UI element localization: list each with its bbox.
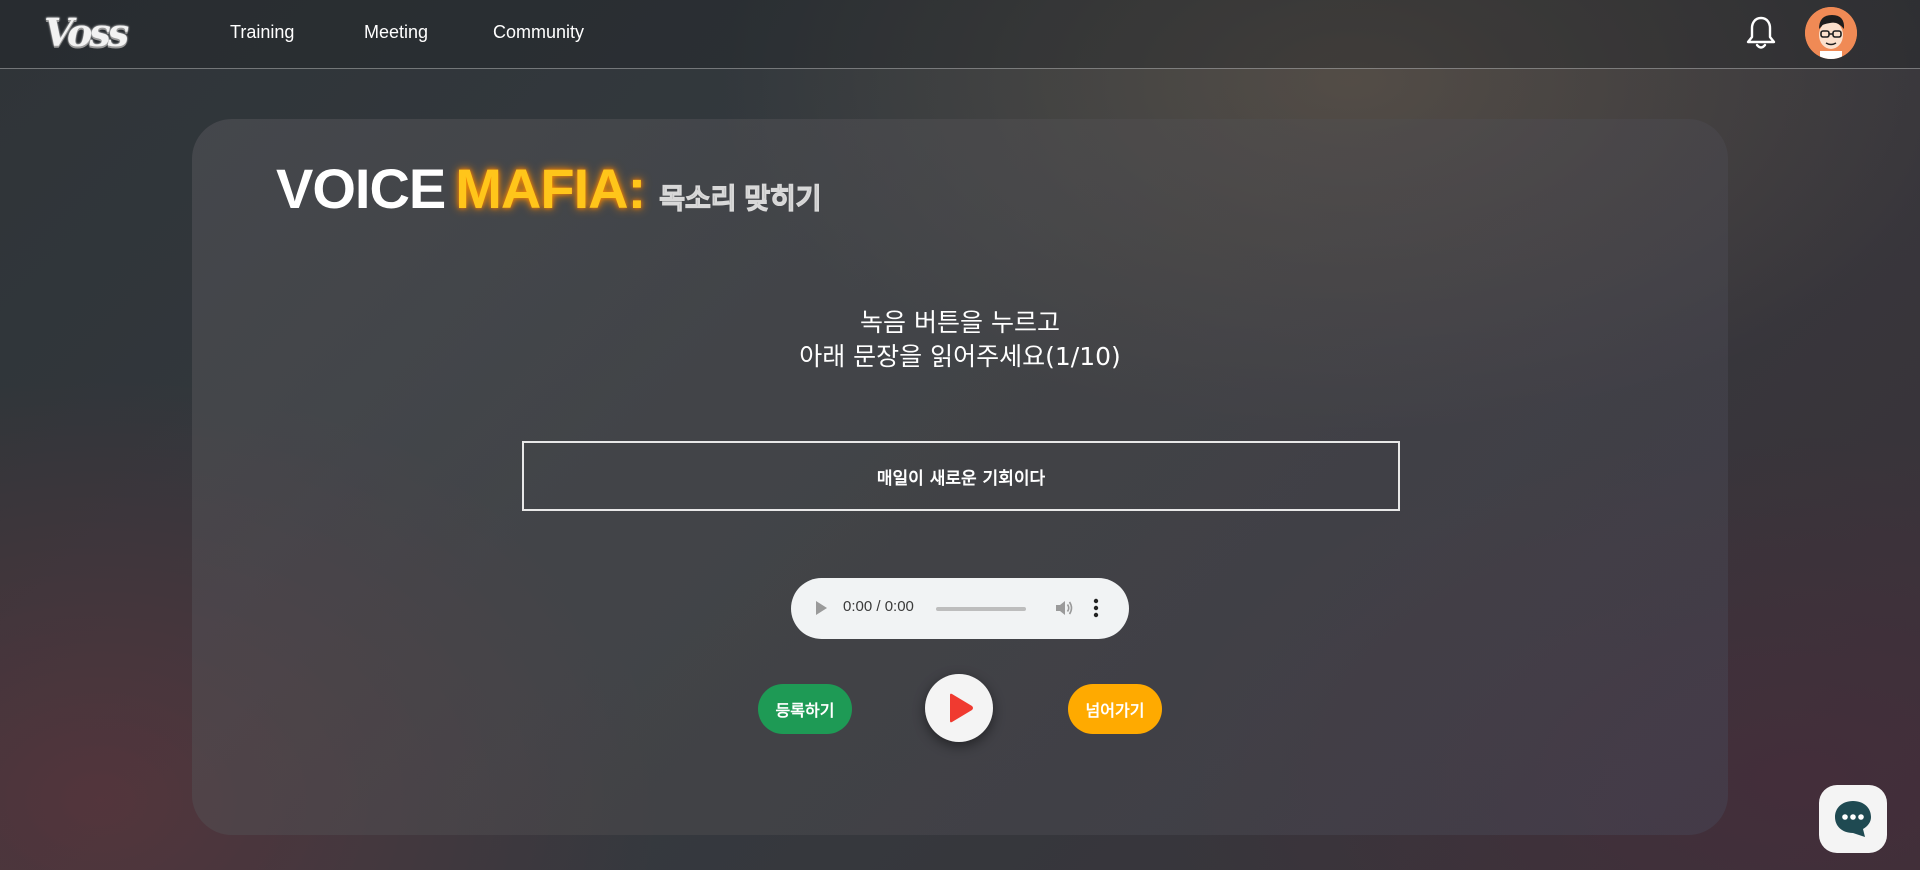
instruction-line-1: 녹음 버튼을 누르고 xyxy=(860,308,1060,337)
audio-progress-bar[interactable] xyxy=(936,607,1026,611)
game-title: VOICE MAFIA: 목소리 맞히기 xyxy=(276,156,823,220)
skip-button[interactable]: 넘어가기 xyxy=(1068,684,1162,734)
chat-icon xyxy=(1835,801,1871,837)
nav-training[interactable]: Training xyxy=(230,20,294,44)
more-vert-icon[interactable] xyxy=(1093,598,1099,618)
register-button[interactable]: 등록하기 xyxy=(758,684,852,734)
logo[interactable]: Voss xyxy=(44,12,129,54)
title-voice: VOICE xyxy=(276,157,446,220)
sentence-text: 매일이 새로운 기회이다 xyxy=(876,468,1046,489)
record-play-button[interactable] xyxy=(925,674,993,742)
nav-meeting[interactable]: Meeting xyxy=(364,20,428,44)
audio-player[interactable]: 0:00 / 0:00 xyxy=(791,578,1129,639)
title-mafia: MAFIA: xyxy=(455,157,646,220)
sentence-box: 매일이 새로운 기회이다 xyxy=(522,441,1400,511)
title-subtitle: 목소리 맞히기 xyxy=(659,182,823,214)
avatar[interactable] xyxy=(1805,7,1857,59)
instruction-text: 녹음 버튼을 누르고 아래 문장을 읽어주세요(1/10) xyxy=(192,306,1728,374)
nav-community[interactable]: Community xyxy=(493,20,584,44)
game-card: VOICE MAFIA: 목소리 맞히기 녹음 버튼을 누르고 아래 문장을 읽어주… xyxy=(192,119,1728,835)
volume-icon[interactable] xyxy=(1054,599,1074,617)
top-navbar: Voss Training Meeting Community xyxy=(0,0,1920,69)
audio-time: 0:00 / 0:00 xyxy=(843,598,914,615)
play-icon xyxy=(950,693,973,723)
play-icon[interactable] xyxy=(813,599,829,617)
chat-button[interactable] xyxy=(1819,785,1887,853)
bell-icon[interactable] xyxy=(1745,15,1777,51)
instruction-line-2: 아래 문장을 읽어주세요(1/10) xyxy=(799,342,1121,371)
